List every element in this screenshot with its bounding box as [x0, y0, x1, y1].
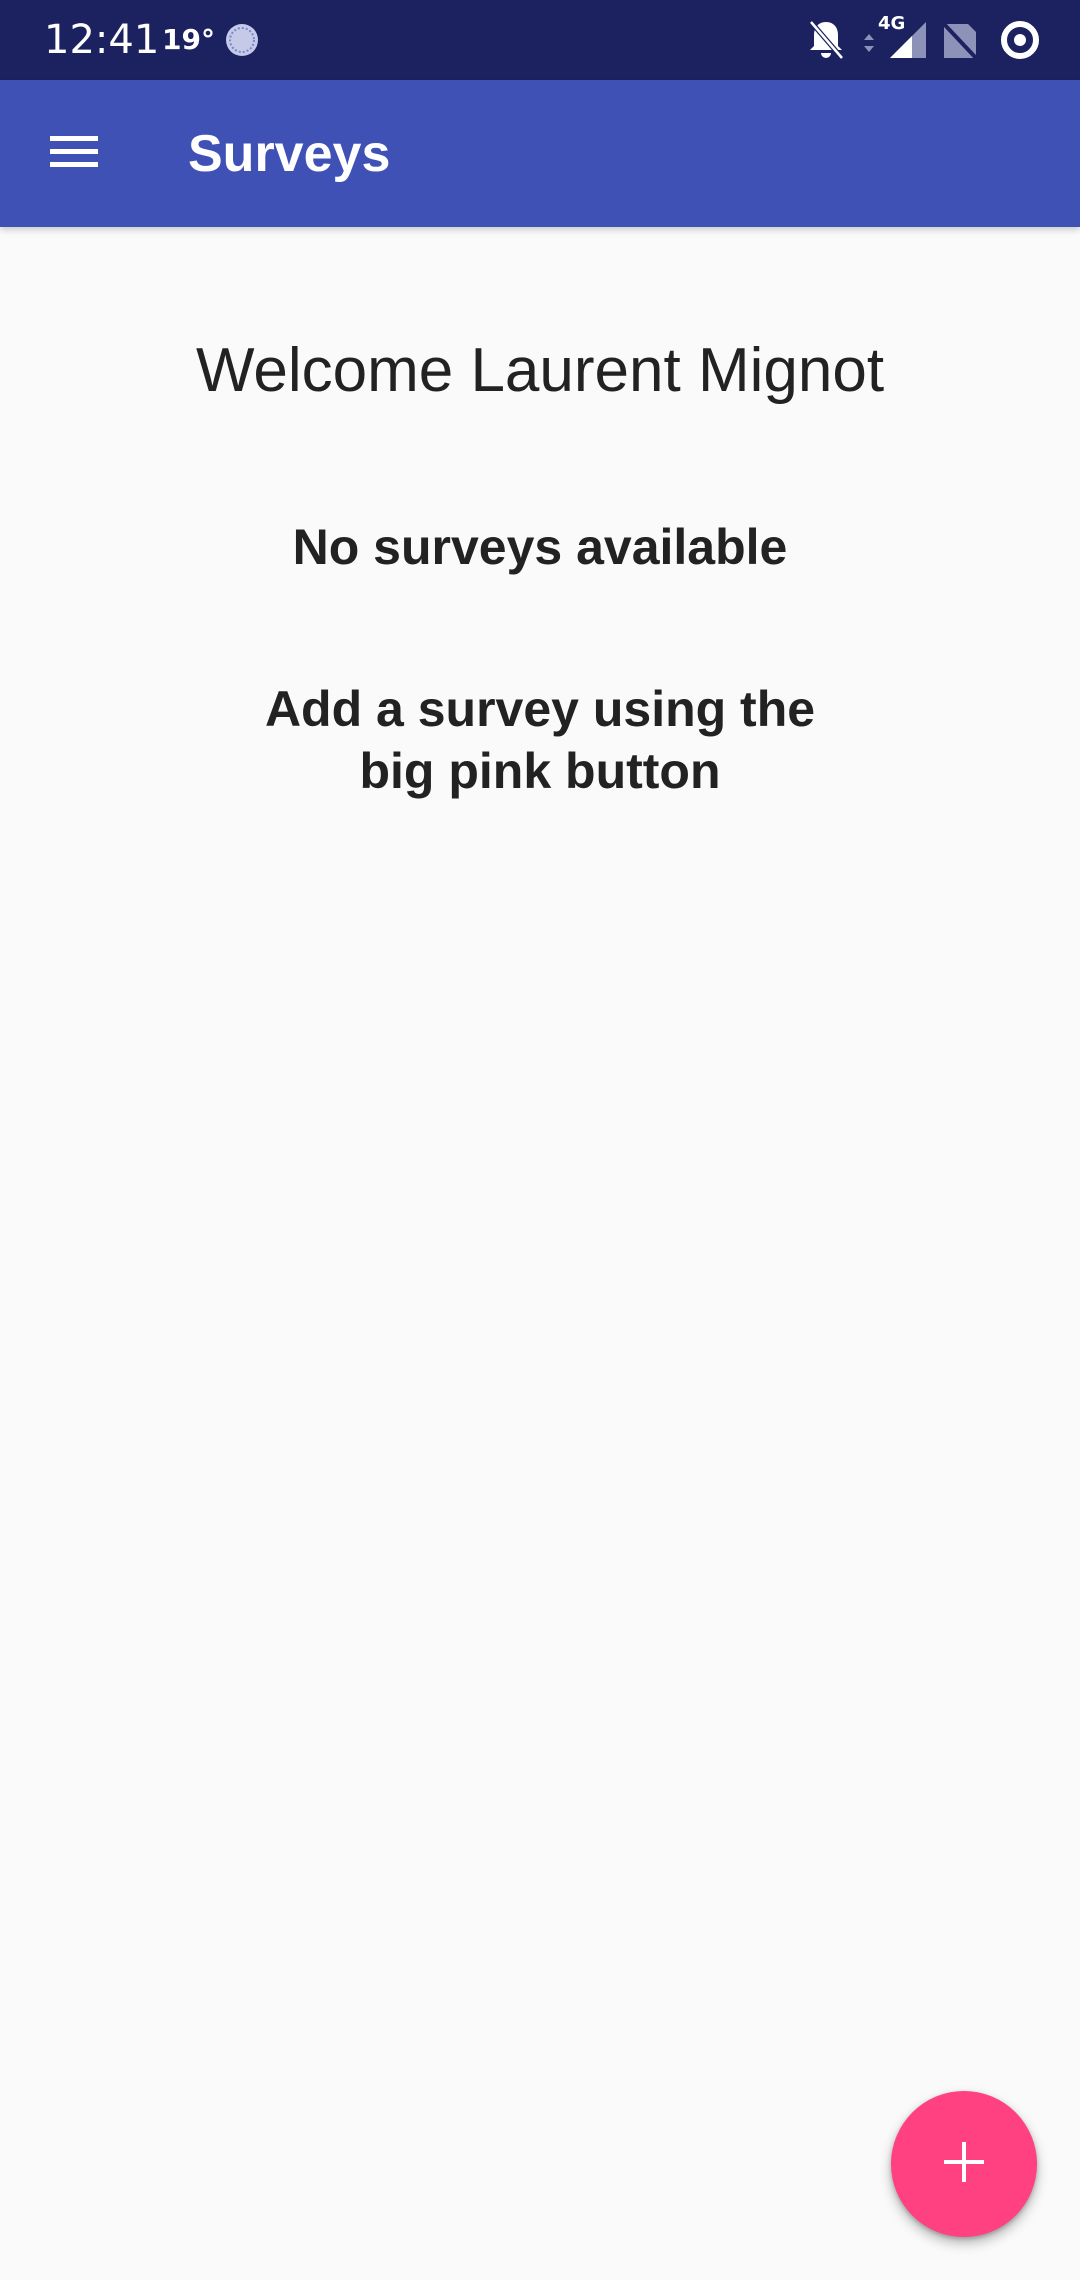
- hamburger-menu-icon: [49, 134, 99, 175]
- data-saver-icon: [998, 18, 1042, 62]
- status-temperature: 19°: [162, 23, 215, 56]
- welcome-text: Welcome Laurent Mignot: [195, 336, 885, 405]
- add-survey-button[interactable]: [891, 2091, 1037, 2237]
- status-bar: 12:41 19° 4G: [0, 0, 1080, 80]
- notifications-off-icon: [806, 18, 846, 62]
- plus-icon: [942, 2140, 986, 2189]
- app-bar: Surveys: [0, 80, 1080, 227]
- data-arrows-icon: [862, 14, 876, 58]
- signal-icon: [888, 18, 928, 62]
- page-title: Surveys: [188, 125, 391, 183]
- no-sim-icon: [942, 18, 978, 62]
- empty-state-title: No surveys available: [292, 519, 788, 575]
- status-time: 12:41: [44, 17, 160, 63]
- empty-state-hint: Add a survey using the big pink button: [264, 681, 816, 799]
- weather-icon: [224, 22, 260, 58]
- menu-button[interactable]: [34, 118, 114, 190]
